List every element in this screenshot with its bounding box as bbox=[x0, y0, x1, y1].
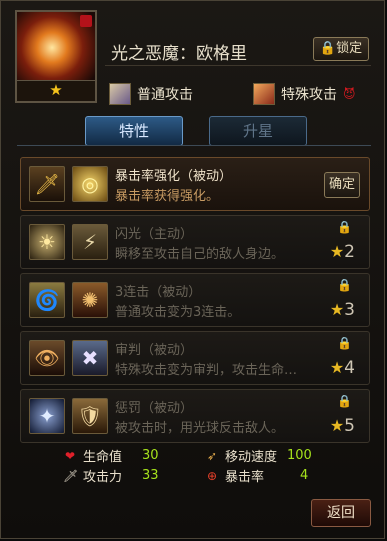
star-requirement: ★3 bbox=[329, 300, 355, 320]
hero-panel: ★ 光之恶魔：欧格里 🔒锁定 普通攻击 特殊攻击 😈 特性 升星 🗡 ◎ 暴击率… bbox=[0, 0, 385, 539]
crosshair-icon: ⊕ bbox=[206, 468, 218, 483]
skill-title: 审判（被动） bbox=[115, 343, 194, 358]
skill-row-flash[interactable]: ☀ ⚡ 闪光（主动） 瞬移至攻击自己的敌人身边。 🔒 ★2 bbox=[20, 215, 370, 269]
swirl-icon: 🌀 bbox=[29, 282, 65, 318]
stat-label: 生命值 bbox=[83, 450, 123, 465]
name-bar: 光之恶魔：欧格里 🔒锁定 bbox=[105, 35, 371, 66]
star-requirement: ★4 bbox=[329, 358, 355, 378]
stat-value: 30 bbox=[142, 448, 159, 463]
triple-strike-icon: ✺ bbox=[72, 282, 108, 318]
stat-value: 4 bbox=[300, 468, 309, 483]
sword-icon: 🗡 bbox=[63, 468, 79, 483]
star-count: 5 bbox=[344, 416, 355, 436]
sun-icon: ☀ bbox=[29, 224, 65, 260]
skill-title: 惩罚（被动） bbox=[115, 401, 194, 416]
back-button[interactable]: 返回 bbox=[311, 499, 371, 527]
hero-name: 光之恶魔：欧格里 bbox=[111, 44, 247, 64]
tab-bar: 特性 升星 bbox=[85, 116, 307, 146]
star-count: 3 bbox=[344, 300, 355, 320]
stat-speed: ➶ 移动速度 100 bbox=[205, 446, 312, 465]
skill-row-crit[interactable]: 🗡 ◎ 暴击率强化（被动） 暴击率获得强化。 确定 bbox=[20, 157, 370, 211]
skill-desc: 瞬移至攻击自己的敌人身边。 bbox=[115, 247, 285, 262]
lock-icon: 🔒 bbox=[337, 336, 352, 350]
skill-desc: 暴击率获得强化。 bbox=[115, 189, 220, 204]
skill-title: 暴击率强化（被动） bbox=[115, 169, 233, 184]
stat-value: 100 bbox=[287, 448, 312, 463]
normal-attack[interactable]: 普通攻击 bbox=[109, 83, 193, 105]
dagger-icon: 🗡 bbox=[29, 166, 65, 202]
stat-attack: 🗡 攻击力 33 bbox=[63, 466, 159, 485]
skill-desc: 普通攻击变为3连击。 bbox=[115, 305, 241, 320]
normal-attack-label: 普通攻击 bbox=[137, 87, 193, 103]
tab-divider bbox=[17, 145, 371, 146]
warrior-icon: 🛡 bbox=[72, 398, 108, 434]
special-attack-label: 特殊攻击 bbox=[281, 87, 337, 103]
boot-icon: ➶ bbox=[206, 448, 218, 463]
orb-icon: ✦ bbox=[29, 398, 65, 434]
special-attack-icon bbox=[253, 83, 275, 105]
stat-label: 暴击率 bbox=[225, 470, 265, 485]
skill-desc: 特殊攻击变为审判，攻击生命… bbox=[115, 363, 298, 378]
stat-label: 移动速度 bbox=[225, 450, 278, 465]
lock-icon: 🔒 bbox=[337, 220, 352, 234]
stat-value: 33 bbox=[142, 468, 159, 483]
stat-crit: ⊕ 暴击率 4 bbox=[205, 466, 308, 485]
tab-traits[interactable]: 特性 bbox=[85, 116, 183, 146]
skill-desc: 被攻击时，用光球反击敌人。 bbox=[115, 421, 285, 436]
skill-title: 闪光（主动） bbox=[115, 227, 194, 242]
tab-star-up[interactable]: 升星 bbox=[209, 116, 307, 146]
skill-row-punish[interactable]: ✦ 🛡 惩罚（被动） 被攻击时，用光球反击敌人。 🔒 ★5 bbox=[20, 389, 370, 443]
star-requirement: ★5 bbox=[329, 416, 355, 436]
lock-button[interactable]: 🔒锁定 bbox=[313, 37, 369, 61]
skill-row-triple[interactable]: 🌀 ✺ 3连击（被动） 普通攻击变为3连击。 🔒 ★3 bbox=[20, 273, 370, 327]
star-count: 4 bbox=[344, 358, 355, 378]
star-count: 2 bbox=[344, 242, 355, 262]
judgment-icon: ✖ bbox=[72, 340, 108, 376]
hero-portrait[interactable]: ★ bbox=[15, 10, 97, 103]
confirm-button[interactable]: 确定 bbox=[324, 172, 360, 198]
special-attack[interactable]: 特殊攻击 😈 bbox=[253, 83, 356, 105]
lock-icon: 🔒 bbox=[337, 278, 352, 292]
skill-row-judgment[interactable]: 👁 ✖ 审判（被动） 特殊攻击变为审判，攻击生命… 🔒 ★4 bbox=[20, 331, 370, 385]
normal-attack-icon bbox=[109, 83, 131, 105]
crosshair-icon: ◎ bbox=[72, 166, 108, 202]
eye-icon: 👁 bbox=[29, 340, 65, 376]
blitz-icon: ⚡ bbox=[72, 224, 108, 260]
stat-hp: ❤ 生命值 30 bbox=[63, 446, 159, 465]
stat-label: 攻击力 bbox=[83, 470, 123, 485]
lock-icon: 🔒 bbox=[337, 394, 352, 408]
skill-title: 3连击（被动） bbox=[115, 285, 202, 300]
demon-badge-icon bbox=[80, 15, 92, 27]
demon-icon: 😈 bbox=[343, 87, 356, 101]
star-requirement: ★2 bbox=[329, 242, 355, 262]
portrait-star: ★ bbox=[17, 80, 95, 101]
heart-icon: ❤ bbox=[64, 448, 76, 463]
